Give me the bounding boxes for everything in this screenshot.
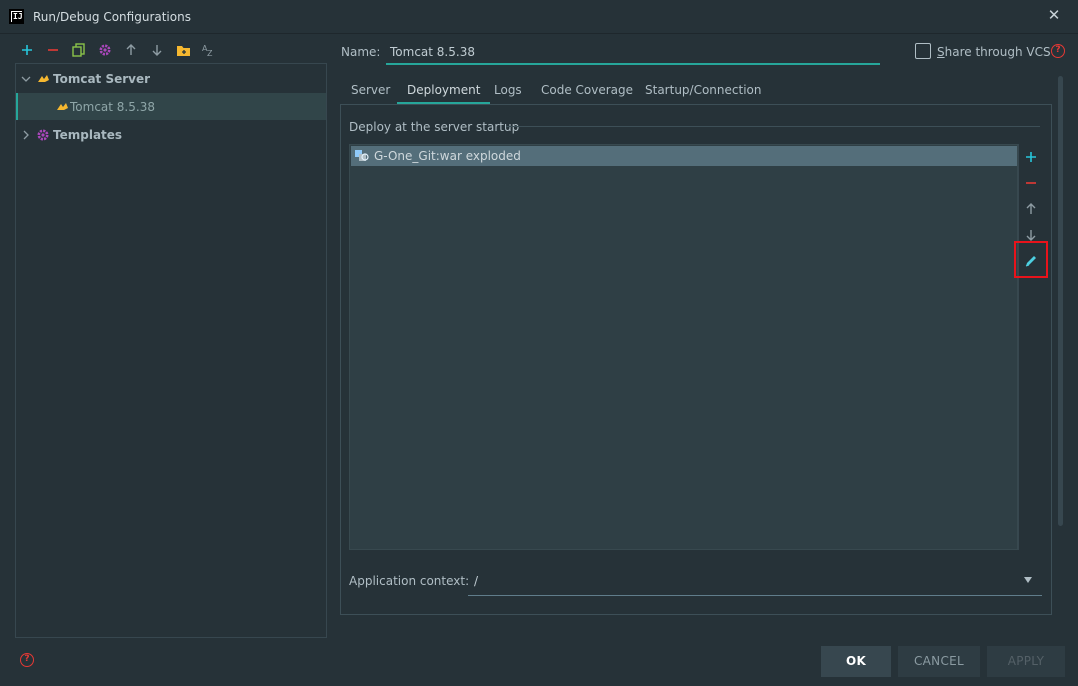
chevron-right-icon[interactable] [19,128,33,142]
sort-alpha-icon[interactable]: AZ [200,40,218,60]
tomcat-icon [33,74,53,84]
move-up-icon[interactable] [122,40,140,60]
artifact-label: G-One_Git:war exploded [374,149,521,163]
app-context-input[interactable]: / [468,568,1042,596]
tab-code-coverage[interactable]: Code Coverage [541,76,633,104]
remove-icon[interactable] [1023,175,1039,191]
tree-item-label: Templates [53,127,123,142]
close-icon[interactable]: ✕ [1046,7,1062,23]
app-context-label: Application context: [349,574,470,588]
artifact-icon [354,148,370,165]
help-icon[interactable]: ? [20,653,34,667]
move-up-icon[interactable] [1023,201,1039,217]
help-icon[interactable]: ? [1051,44,1065,58]
tab-deployment[interactable]: Deployment [397,76,491,104]
tree-item-tomcat-8-5-38[interactable]: Tomcat 8.5.38 [16,93,326,120]
section-title: Deploy at the server startup [349,120,520,134]
name-input[interactable]: Tomcat 8.5.38 [386,40,880,65]
add-icon[interactable] [18,40,36,60]
settings-icon[interactable] [96,40,114,60]
tree-item-label: Tomcat Server [53,71,151,86]
edit-button-highlight [1014,241,1048,278]
tree-item-tomcat-server[interactable]: Tomcat Server [16,65,326,92]
deploy-side-toolbar [1018,144,1042,550]
tab-server[interactable]: Server [351,76,390,104]
section-divider [506,126,1040,127]
copy-icon[interactable] [70,40,88,60]
intellij-app-icon: IJ [9,9,24,24]
share-vcs-label[interactable]: Share through VCS [937,45,1051,59]
configurations-toolbar: AZ [16,40,316,60]
dropdown-arrow-icon[interactable] [1024,577,1032,583]
name-label: Name: [341,45,381,59]
tab-logs[interactable]: Logs [494,76,522,104]
vertical-scrollbar[interactable] [1058,76,1063,526]
title-bar: IJ Run/Debug Configurations ✕ [0,0,1078,34]
tomcat-icon [54,102,70,112]
configuration-tree: Tomcat Server Tomcat 8.5.38 Templates [15,63,327,638]
tree-item-templates[interactable]: Templates [16,121,326,148]
ok-button[interactable]: OK [821,646,891,677]
remove-icon[interactable] [44,40,62,60]
move-down-icon[interactable] [148,40,166,60]
add-icon[interactable] [1023,149,1039,165]
apply-button[interactable]: APPLY [987,646,1065,677]
list-item[interactable]: G-One_Git:war exploded [351,146,1017,166]
cancel-button[interactable]: CANCEL [898,646,980,677]
window-title: Run/Debug Configurations [33,10,191,24]
chevron-down-icon[interactable] [19,72,33,86]
svg-text:Z: Z [207,49,213,57]
new-folder-icon[interactable] [174,40,192,60]
tab-startup-connection[interactable]: Startup/Connection [645,76,761,104]
share-vcs-checkbox[interactable] [915,43,931,59]
gear-icon [33,128,53,142]
deploy-artifact-list[interactable]: G-One_Git:war exploded [349,144,1018,550]
tree-item-label: Tomcat 8.5.38 [70,99,155,114]
